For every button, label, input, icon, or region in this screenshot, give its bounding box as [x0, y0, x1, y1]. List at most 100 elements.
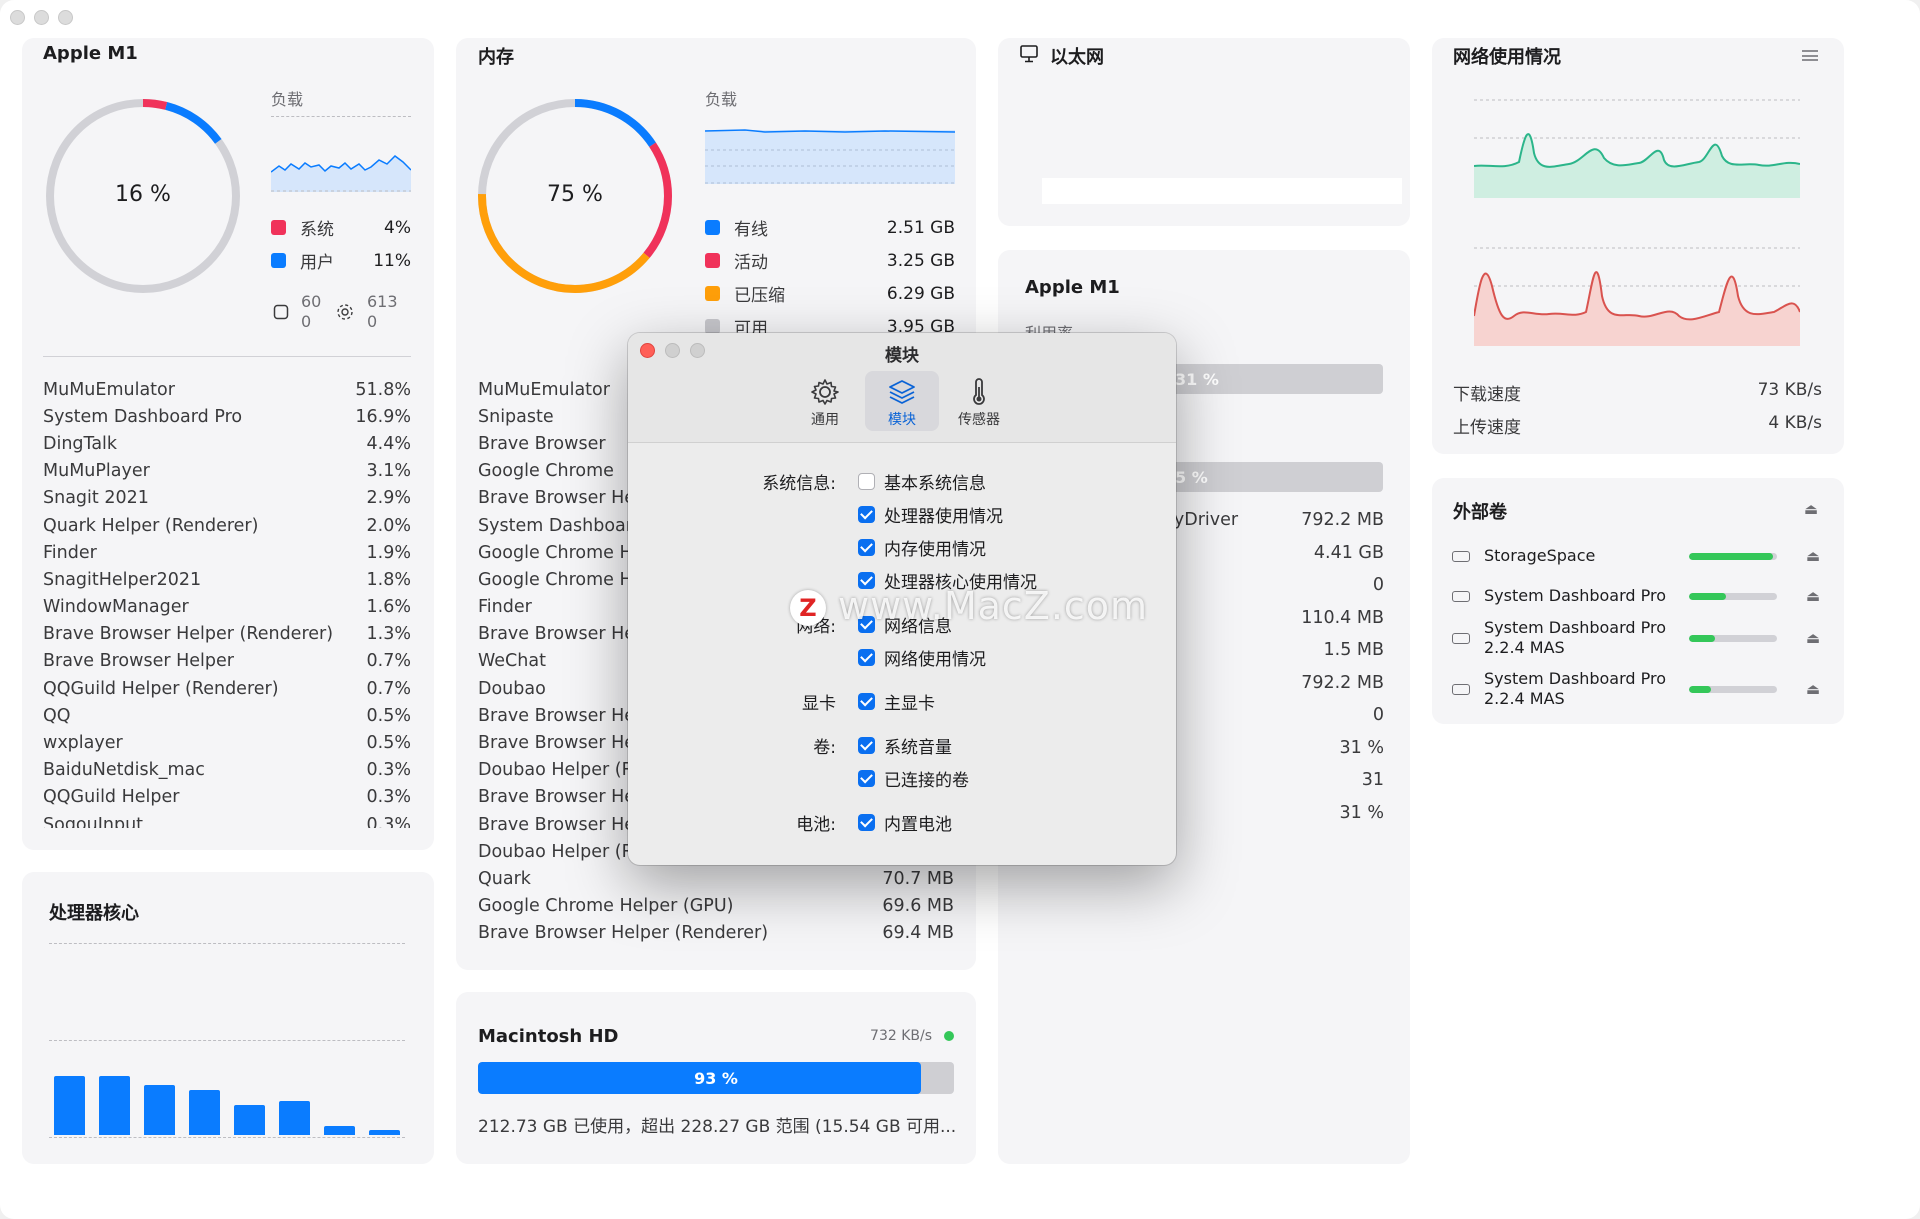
process-value: 2.0%	[366, 515, 411, 536]
volume-item[interactable]: System Dashboard Pro 2.2.4 MAS ⏏	[1452, 618, 1824, 658]
process-name: SnagitHelper2021	[43, 569, 202, 590]
checkbox-icon[interactable]	[858, 473, 875, 490]
volume-usage-bar	[1689, 552, 1777, 560]
section-label: 系统信息:	[762, 474, 836, 494]
volume-item[interactable]: StorageSpace ⏏	[1452, 536, 1824, 576]
volume-item[interactable]: System Dashboard Pro ⏏	[1452, 576, 1824, 616]
table-row[interactable]: SnagitHelper2021 1.8%	[43, 566, 411, 593]
process-name: QQ	[43, 705, 71, 726]
process-name: Brave Browser He	[478, 488, 636, 509]
eject-icon[interactable]: ⏏	[1806, 680, 1820, 698]
tab-general[interactable]: 通用	[788, 371, 862, 431]
process-name: Brave Browser Helper (Renderer)	[43, 624, 334, 645]
table-row[interactable]: QQGuild Helper 0.3%	[43, 784, 411, 811]
checkbox-icon[interactable]	[858, 649, 875, 666]
process-value: 0.5%	[366, 705, 411, 726]
process-name: MuMuPlayer	[43, 461, 150, 482]
table-row[interactable]: DingTalk 4.4%	[43, 430, 411, 457]
process-value: 0.7%	[366, 678, 411, 699]
gpu-stat-row: 31 %	[1339, 737, 1384, 758]
table-row[interactable]: Finder 1.9%	[43, 539, 411, 566]
table-row[interactable]: MuMuPlayer 3.1%	[43, 458, 411, 485]
eject-icon[interactable]: ⏏	[1806, 629, 1820, 647]
eject-icon[interactable]: ⏏	[1806, 587, 1820, 605]
eject-all-icon[interactable]: ⏏	[1804, 500, 1818, 518]
process-name: Quark Helper (Renderer)	[43, 515, 259, 536]
process-name: System Dashboard Pro	[43, 406, 243, 427]
section-label: 显卡	[802, 694, 836, 714]
legend-swatch	[705, 286, 720, 301]
checkbox-icon[interactable]	[858, 737, 875, 754]
tab-sensors[interactable]: 传感器	[942, 371, 1016, 431]
window-controls	[10, 10, 73, 25]
checkbox-icon[interactable]	[858, 814, 875, 831]
dialog-toolbar: 模块 通用 模块 传感器	[628, 333, 1176, 443]
cpu-card: Apple M1 16 % 负载 系统 4% 用户 11% 60 0 613 0…	[22, 38, 434, 850]
module-checkbox[interactable]: 基本系统信息	[858, 469, 986, 494]
table-row[interactable]: wxplayer 0.5%	[43, 729, 411, 756]
process-name: Brave Browser He	[478, 733, 636, 754]
eject-icon[interactable]: ⏏	[1806, 547, 1820, 565]
table-row[interactable]: SogouInput 0.3%	[43, 811, 411, 828]
dialog-body: 系统信息: 基本系统信息 处理器使用情况 内存使用情况 处理器核心使用情况 网络: 网络信息…	[628, 443, 1176, 865]
volume-name: System Dashboard Pro	[1484, 586, 1667, 605]
table-row[interactable]: System Dashboard Pro 16.9%	[43, 403, 411, 430]
core-bar	[324, 1126, 355, 1135]
volumes-card: 外部卷 ⏏ StorageSpace ⏏ System Dashboard Pro ⏏…	[1432, 478, 1844, 724]
gpu-stat-row: 1.5 MB	[1323, 640, 1385, 660]
drive-icon	[1452, 632, 1470, 644]
process-value: 51.8%	[355, 379, 411, 400]
table-row[interactable]: WindowManager 1.6%	[43, 594, 411, 621]
module-checkbox[interactable]: 网络使用情况	[858, 645, 986, 670]
core-bar	[369, 1130, 400, 1135]
close-button[interactable]	[10, 10, 25, 25]
gpu-stat-row: 110.4 MB	[1301, 607, 1384, 628]
cpu-percent: 16 %	[115, 182, 171, 207]
process-name: Google Chrome He	[478, 569, 644, 590]
tab-modules[interactable]: 模块	[865, 371, 939, 431]
table-row[interactable]: Brave Browser Helper (Renderer) 69.4 MB	[478, 920, 954, 947]
gpu-title: Apple M1	[1025, 277, 1120, 298]
zoom-button[interactable]	[58, 10, 73, 25]
module-checkbox[interactable]: 内置电池	[858, 810, 952, 835]
module-checkbox[interactable]: 系统音量	[858, 733, 952, 758]
checkbox-icon[interactable]	[858, 506, 875, 523]
table-row[interactable]: BaiduNetdisk_mac 0.3%	[43, 757, 411, 784]
module-checkbox[interactable]: 主显卡	[858, 689, 935, 714]
thermometer-icon	[973, 378, 985, 405]
legend-swatch	[705, 253, 720, 268]
gpu-stat-row: 0	[1372, 575, 1384, 595]
module-checkbox[interactable]: 处理器使用情况	[858, 502, 1003, 527]
memory-legend-item: 有线 2.51 GB	[705, 215, 955, 240]
table-row[interactable]: Brave Browser Helper (Renderer) 1.3%	[43, 621, 411, 648]
checkbox-icon[interactable]	[858, 693, 875, 710]
table-row[interactable]: MuMuEmulator 51.8%	[43, 376, 411, 403]
checkbox-icon[interactable]	[858, 539, 875, 556]
table-row[interactable]: Snagit 2021 2.9%	[43, 485, 411, 512]
table-row[interactable]: Quark 70.7 MB	[478, 865, 954, 892]
table-row[interactable]: Quark Helper (Renderer) 2.0%	[43, 512, 411, 539]
volume-item[interactable]: System Dashboard Pro 2.2.4 MAS ⏏	[1452, 669, 1824, 709]
section-label: 卷:	[813, 738, 836, 758]
minimize-button[interactable]	[34, 10, 49, 25]
list-icon[interactable]	[1802, 50, 1818, 61]
process-value: 3.1%	[366, 461, 411, 482]
table-row[interactable]: QQ 0.5%	[43, 702, 411, 729]
checkbox-icon[interactable]	[858, 770, 875, 787]
module-checkbox[interactable]: 内存使用情况	[858, 535, 986, 560]
table-row[interactable]: Brave Browser Helper 0.7%	[43, 648, 411, 675]
watermark-logo: Z	[790, 590, 826, 626]
table-row[interactable]: Google Chrome Helper (GPU) 69.6 MB	[478, 893, 954, 920]
drive-icon	[1452, 683, 1470, 695]
module-checkbox[interactable]: 已连接的卷	[858, 766, 969, 791]
process-name: Google Chrome He	[478, 542, 644, 563]
process-name: Brave Browser He	[478, 624, 636, 645]
ethernet-info-area	[1042, 178, 1402, 204]
process-name: Doubao Helper (R	[478, 760, 634, 781]
volume-usage-bar	[1689, 634, 1777, 642]
process-value: 69.4 MB	[882, 923, 954, 944]
table-row[interactable]: QQGuild Helper (Renderer) 0.7%	[43, 675, 411, 702]
gpu-stat-row: 0	[1372, 705, 1384, 725]
process-value: 70.7 MB	[882, 868, 954, 889]
app-window: Apple M1 16 % 负载 系统 4% 用户 11% 60 0 613 0…	[0, 0, 1920, 1219]
